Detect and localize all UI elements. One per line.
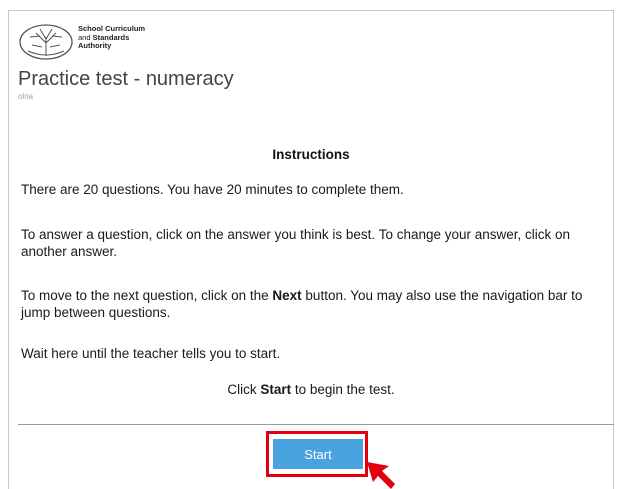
instruction-answering: To answer a question, click on the answe…	[21, 227, 571, 259]
logo-line-3: Authority	[78, 41, 112, 50]
start-button[interactable]: Start	[273, 439, 363, 469]
instruction-wait: Wait here until the teacher tells you to…	[21, 346, 281, 361]
divider	[18, 424, 614, 425]
page-subtitle: olna	[18, 92, 34, 101]
scsa-tree-logo-icon	[19, 24, 73, 60]
instruction-questions-count: There are 20 questions. You have 20 minu…	[21, 182, 404, 197]
logo-text: School Curriculum and Standards Authorit…	[78, 24, 145, 51]
instruction-click-start: Click Start to begin the test.	[227, 382, 395, 397]
page-title: Practice test - numeracy	[18, 68, 234, 90]
instructions-heading: Instructions	[272, 147, 350, 162]
scsa-logo: School Curriculum and Standards Authorit…	[18, 23, 168, 63]
red-pointer-arrow-icon	[367, 462, 395, 489]
instruction-navigation: To move to the next question, click on t…	[21, 288, 583, 320]
